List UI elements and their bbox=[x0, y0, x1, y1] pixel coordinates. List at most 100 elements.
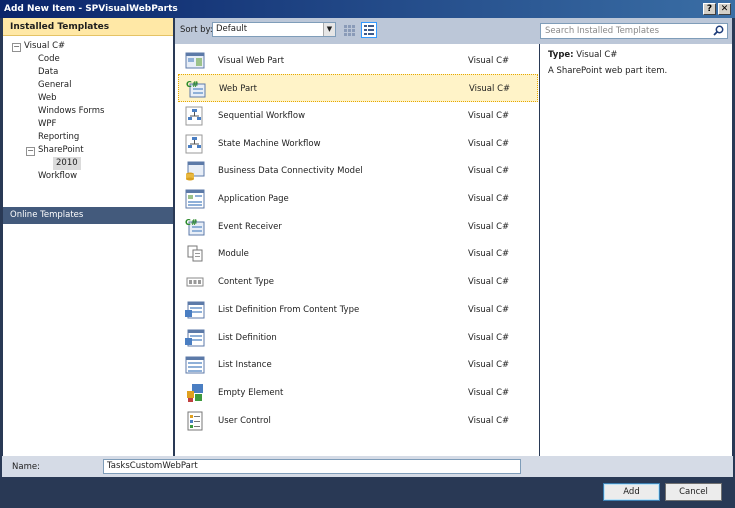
collapse-icon[interactable]: − bbox=[26, 147, 35, 156]
online-templates-header[interactable]: Online Templates bbox=[3, 207, 173, 224]
template-name: State Machine Workflow bbox=[218, 139, 321, 149]
template-item-visual-web-part[interactable]: Visual Web Part Visual C# bbox=[178, 47, 538, 75]
template-item-state-machine-workflow[interactable]: State Machine Workflow Visual C# bbox=[178, 130, 538, 158]
template-tree: − Visual C# Code Data General Web Window… bbox=[3, 36, 173, 200]
template-item-sequential-workflow[interactable]: Sequential Workflow Visual C# bbox=[178, 102, 538, 130]
add-button[interactable]: Add bbox=[603, 483, 660, 501]
template-name: Content Type bbox=[218, 277, 275, 287]
bdc-model-icon bbox=[186, 161, 205, 181]
template-item-empty-element[interactable]: Empty Element Visual C# bbox=[178, 379, 538, 407]
list-instance-icon bbox=[185, 356, 205, 374]
search-input[interactable]: Search Installed Templates bbox=[540, 23, 728, 39]
template-type: Visual C# bbox=[468, 166, 510, 176]
template-name: Business Data Connectivity Model bbox=[218, 166, 363, 176]
name-field[interactable]: TasksCustomWebPart bbox=[103, 459, 521, 474]
template-name: Empty Element bbox=[218, 388, 284, 398]
window-title-text: Add New Item - SPVisualWebParts bbox=[4, 4, 178, 14]
template-item-application-page[interactable]: Application Page Visual C# bbox=[178, 185, 538, 213]
template-name: List Definition From Content Type bbox=[218, 305, 360, 315]
tree-item-general[interactable]: General bbox=[38, 79, 72, 92]
sort-by-dropdown[interactable]: Default ▼ bbox=[212, 22, 336, 37]
search-icon[interactable] bbox=[713, 25, 724, 36]
template-item-module[interactable]: Module Visual C# bbox=[178, 240, 538, 268]
template-name: Sequential Workflow bbox=[218, 111, 306, 121]
template-item-event-receiver[interactable]: C# Event Receiver Visual C# bbox=[178, 213, 538, 241]
tree-item-sharepoint[interactable]: SharePoint bbox=[38, 144, 84, 157]
content-type-icon bbox=[186, 277, 204, 287]
svg-text:C#: C# bbox=[185, 218, 198, 227]
list-definition-icon bbox=[185, 329, 205, 347]
template-list: Visual Web Part Visual C# C# Web Part Vi… bbox=[175, 44, 539, 456]
template-type: Visual C# bbox=[468, 222, 510, 232]
cancel-button[interactable]: Cancel bbox=[665, 483, 722, 501]
tree-item-wpf[interactable]: WPF bbox=[38, 118, 56, 131]
type-label: Type: bbox=[548, 50, 574, 60]
tree-item-windows-forms[interactable]: Windows Forms bbox=[38, 105, 105, 118]
empty-element-icon bbox=[187, 384, 203, 402]
toolbar: Sort by: Default ▼ Search Installed Temp… bbox=[175, 18, 732, 44]
template-type: Visual C# bbox=[468, 305, 510, 315]
web-part-icon: C# bbox=[186, 80, 206, 98]
template-name: Visual Web Part bbox=[218, 56, 285, 66]
tree-item-data[interactable]: Data bbox=[38, 66, 58, 79]
tree-item-reporting[interactable]: Reporting bbox=[38, 131, 79, 144]
template-name: List Definition bbox=[218, 333, 277, 343]
small-icons-view-icon bbox=[344, 25, 355, 36]
template-type: Visual C# bbox=[468, 277, 510, 287]
help-button[interactable]: ? bbox=[703, 3, 716, 15]
template-type: Visual C# bbox=[469, 84, 511, 94]
template-item-list-instance[interactable]: List Instance Visual C# bbox=[178, 351, 538, 379]
tree-item-code[interactable]: Code bbox=[38, 53, 60, 66]
tree-item-visual-csharp[interactable]: Visual C# bbox=[24, 40, 65, 53]
collapse-icon[interactable]: − bbox=[12, 43, 21, 52]
template-description: A SharePoint web part item. bbox=[548, 66, 668, 76]
template-type: Visual C# bbox=[468, 333, 510, 343]
close-button[interactable]: ✕ bbox=[718, 3, 731, 15]
list-view-icon bbox=[364, 25, 374, 35]
tree-item-2010[interactable]: 2010 bbox=[53, 157, 81, 170]
small-icons-view-button[interactable] bbox=[341, 22, 357, 38]
search-placeholder: Search Installed Templates bbox=[545, 26, 660, 36]
event-receiver-icon: C# bbox=[185, 218, 205, 236]
details-pane: Type: Visual C# A SharePoint web part it… bbox=[540, 44, 732, 456]
tree-item-workflow[interactable]: Workflow bbox=[38, 170, 77, 183]
svg-text:C#: C# bbox=[186, 80, 199, 89]
type-value: Visual C# bbox=[576, 50, 618, 60]
template-name: Web Part bbox=[219, 84, 258, 94]
template-item-list-definition-from-content-type[interactable]: List Definition From Content Type Visual… bbox=[178, 296, 538, 324]
name-bar: Name: TasksCustomWebPart bbox=[2, 456, 733, 477]
name-field-value: TasksCustomWebPart bbox=[107, 461, 198, 471]
template-item-list-definition[interactable]: List Definition Visual C# bbox=[178, 324, 538, 352]
chevron-down-icon[interactable]: ▼ bbox=[323, 23, 335, 36]
name-label: Name: bbox=[12, 462, 40, 472]
list-definition-from-content-type-icon bbox=[185, 301, 205, 319]
template-name: Application Page bbox=[218, 194, 289, 204]
type-line: Type: Visual C# bbox=[548, 50, 617, 60]
template-item-user-control[interactable]: User Control Visual C# bbox=[178, 407, 538, 435]
sort-by-label: Sort by: bbox=[180, 25, 213, 35]
template-type: Visual C# bbox=[468, 360, 510, 370]
module-icon bbox=[187, 245, 203, 262]
template-type: Visual C# bbox=[468, 416, 510, 426]
template-type: Visual C# bbox=[468, 111, 510, 121]
template-type: Visual C# bbox=[468, 249, 510, 259]
template-type: Visual C# bbox=[468, 388, 510, 398]
template-name: Module bbox=[218, 249, 249, 259]
user-control-icon bbox=[187, 411, 203, 431]
template-type: Visual C# bbox=[468, 139, 510, 149]
window-title: Add New Item - SPVisualWebParts bbox=[0, 0, 735, 18]
installed-templates-header[interactable]: Installed Templates bbox=[3, 18, 173, 36]
template-item-content-type[interactable]: Content Type Visual C# bbox=[178, 268, 538, 296]
template-type: Visual C# bbox=[468, 56, 510, 66]
template-categories-pane: Installed Templates − Visual C# Code Dat… bbox=[3, 18, 173, 456]
sort-by-value: Default bbox=[216, 24, 248, 34]
button-bar: Add Cancel bbox=[2, 477, 733, 506]
template-item-bdc-model[interactable]: Business Data Connectivity Model Visual … bbox=[178, 157, 538, 185]
sequential-workflow-icon bbox=[185, 106, 203, 126]
template-name: List Instance bbox=[218, 360, 272, 370]
template-name: Event Receiver bbox=[218, 222, 282, 232]
visual-web-part-icon bbox=[185, 52, 205, 69]
tree-item-web[interactable]: Web bbox=[38, 92, 57, 105]
template-item-web-part[interactable]: C# Web Part Visual C# bbox=[178, 74, 538, 102]
list-view-button[interactable] bbox=[361, 22, 377, 38]
